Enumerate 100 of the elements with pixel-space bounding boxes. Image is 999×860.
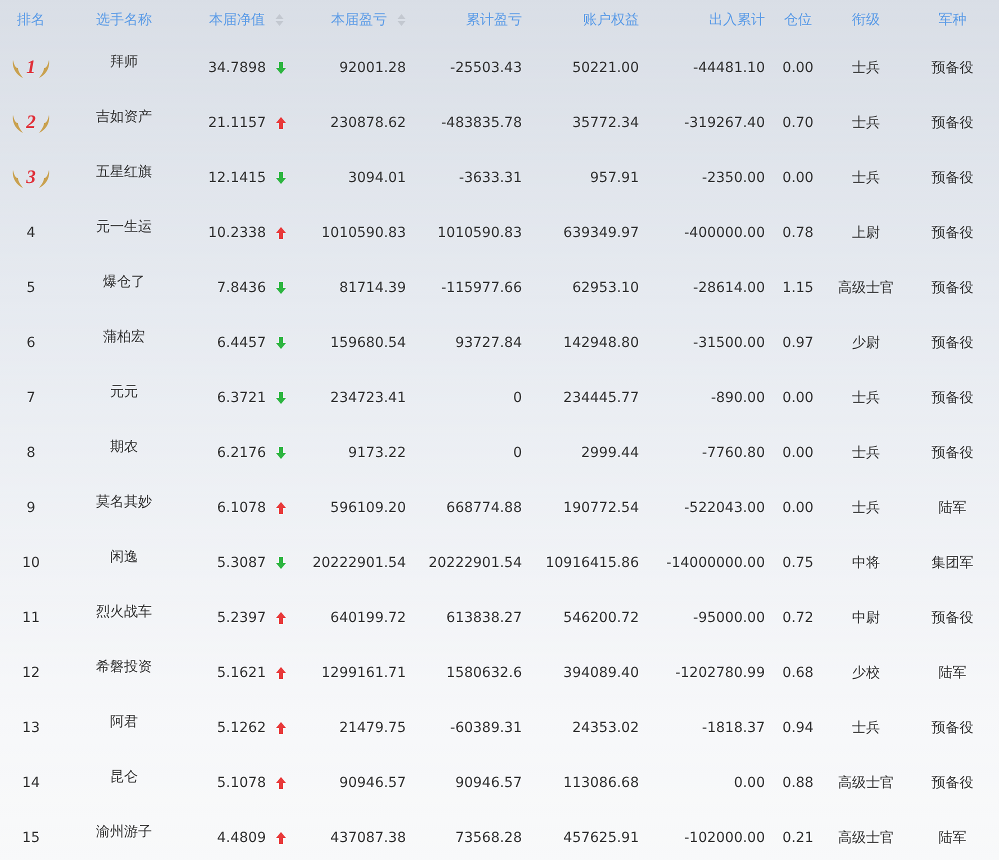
flow-total: -102000.00: [684, 830, 765, 846]
grade: 士兵: [852, 444, 880, 462]
flow-total: -95000.00: [693, 610, 765, 626]
position: 0.94: [782, 720, 814, 736]
total-pnl: 20222901.54: [428, 554, 522, 570]
position: 0.75: [782, 554, 814, 570]
player-name: 元元: [110, 382, 138, 400]
net-value: 4.4809: [217, 830, 266, 846]
total-pnl: 668774.88: [446, 500, 522, 516]
equity: 639349.97: [563, 224, 639, 240]
column-header: 排名: [17, 11, 45, 29]
period-pnl: 21479.75: [339, 720, 406, 736]
flow-total: -2350.00: [702, 170, 765, 186]
rank-number: 12: [22, 664, 40, 680]
flow-total: -14000000.00: [666, 554, 765, 570]
flow-total: -7760.80: [702, 444, 765, 460]
grade: 士兵: [852, 58, 880, 76]
flow-total: -44481.10: [693, 60, 765, 76]
column-header: 仓位: [784, 11, 812, 29]
flow-total: -1818.37: [702, 720, 765, 736]
grade: 高级士官: [838, 278, 894, 296]
branch: 陆军: [938, 664, 966, 682]
period-pnl: 92001.28: [339, 60, 406, 76]
branch: 预备役: [932, 278, 974, 296]
period-pnl: 3094.01: [348, 170, 406, 186]
flow-total: -890.00: [710, 390, 765, 406]
flow-total: 0.00: [734, 774, 765, 790]
grade: 士兵: [852, 498, 880, 516]
net-value: 10.2338: [208, 224, 266, 240]
position: 0.68: [782, 664, 814, 680]
player-name: 元一生运: [96, 218, 152, 236]
equity: 62953.10: [572, 280, 639, 296]
total-pnl: -483835.78: [441, 114, 522, 130]
rank-number: 14: [22, 774, 40, 790]
position: 0.72: [782, 610, 814, 626]
grade: 上尉: [852, 224, 880, 242]
branch: 陆军: [938, 828, 966, 846]
rank-number: 11: [22, 610, 40, 626]
total-pnl: 0: [513, 444, 522, 460]
column-header[interactable]: 本届净值: [209, 11, 265, 29]
grade: 中尉: [852, 608, 880, 626]
equity: 394089.40: [563, 664, 639, 680]
equity: 234445.77: [563, 390, 639, 406]
rank-number: 9: [26, 500, 36, 516]
flow-total: -319267.40: [684, 114, 765, 130]
position: 0.88: [782, 774, 814, 790]
total-pnl: 93727.84: [455, 334, 522, 350]
branch: 预备役: [932, 224, 974, 242]
position: 0.21: [782, 830, 814, 846]
grade: 高级士官: [838, 828, 894, 846]
grade: 士兵: [852, 114, 880, 132]
player-name: 爆仓了: [103, 272, 145, 290]
flow-total: -522043.00: [684, 500, 765, 516]
player-name: 拜师: [110, 52, 138, 70]
player-name: 烈火战车: [96, 602, 152, 620]
player-name: 吉如资产: [96, 108, 152, 126]
position: 0.70: [782, 114, 814, 130]
total-pnl: 0: [513, 390, 522, 406]
column-header: 选手名称: [96, 11, 152, 29]
player-name: 阿君: [110, 712, 138, 730]
equity: 50221.00: [572, 60, 639, 76]
column-header: 账户权益: [583, 11, 639, 29]
flow-total: -28614.00: [693, 280, 765, 296]
branch: 陆军: [938, 498, 966, 516]
rank-number: 1: [26, 56, 36, 78]
net-value: 12.1415: [208, 170, 266, 186]
grade: 少校: [852, 664, 880, 682]
position: 0.00: [782, 170, 814, 186]
period-pnl: 437087.38: [330, 830, 406, 846]
column-header: 衔级: [852, 11, 880, 29]
branch: 预备役: [932, 388, 974, 406]
player-name: 闲逸: [110, 548, 138, 566]
total-pnl: -115977.66: [441, 280, 522, 296]
position: 0.00: [782, 60, 814, 76]
rank-number: 15: [22, 830, 40, 846]
column-header[interactable]: 本届盈亏: [331, 11, 387, 29]
net-value: 5.1621: [217, 664, 266, 680]
grade: 少尉: [852, 334, 880, 352]
total-pnl: 1580632.6: [446, 664, 522, 680]
sort-icon[interactable]: [275, 13, 284, 27]
branch: 集团军: [932, 554, 974, 572]
rank-number: 2: [26, 112, 36, 134]
sort-icon[interactable]: [397, 13, 406, 27]
rank-number: 4: [26, 224, 36, 240]
net-value: 6.2176: [217, 444, 266, 460]
period-pnl: 596109.20: [330, 500, 406, 516]
total-pnl: 613838.27: [446, 610, 522, 626]
rank-number: 6: [26, 334, 36, 350]
equity: 24353.02: [572, 720, 639, 736]
player-name: 期农: [110, 438, 138, 456]
player-name: 五星红旗: [96, 162, 152, 180]
position: 0.00: [782, 444, 814, 460]
flow-total: -1202780.99: [675, 664, 765, 680]
branch: 预备役: [932, 58, 974, 76]
position: 0.00: [782, 390, 814, 406]
player-name: 昆仑: [110, 768, 138, 786]
branch: 预备役: [932, 168, 974, 186]
branch: 预备役: [932, 774, 974, 792]
position: 0.97: [782, 334, 814, 350]
player-name: 蒲柏宏: [103, 328, 145, 346]
